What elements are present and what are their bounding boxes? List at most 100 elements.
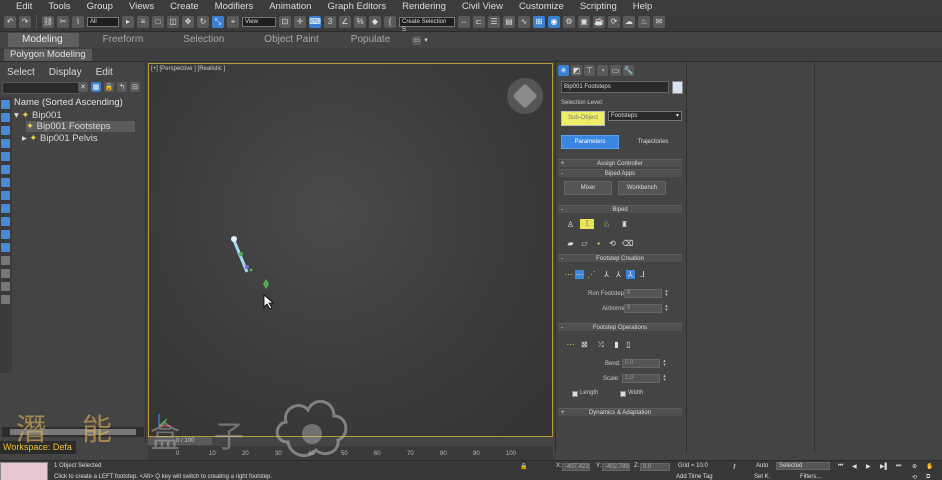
bind-spacewarp-icon[interactable]: ⌇ (72, 15, 84, 28)
key-filters-button[interactable]: Filters... (800, 474, 821, 480)
filter-icon[interactable]: ▦ (91, 82, 101, 92)
rotate-icon[interactable]: ↻ (197, 15, 209, 28)
snap-3d-icon[interactable]: 3 (324, 15, 336, 28)
display-geometry-icon[interactable] (1, 100, 10, 109)
motion-tab-icon[interactable]: ◔ (597, 65, 608, 76)
zoom-icon[interactable]: ⊕ (912, 463, 917, 470)
create-multiple-footsteps-icon[interactable]: ⋰ (587, 270, 596, 279)
x-coordinate-field[interactable]: -407.423 (562, 463, 590, 471)
jump-alt-icon[interactable]: ⅃ (638, 270, 647, 279)
auto-key-button[interactable]: Auto (756, 463, 768, 469)
footstep-creation-rollout[interactable]: - Footstep Creation (558, 254, 682, 262)
selection-filter-dropdown[interactable]: All (87, 16, 119, 27)
biped-rollout[interactable]: - Biped (558, 205, 682, 213)
unlink-icon[interactable]: ✂ (57, 15, 69, 28)
align-icon[interactable]: ⊏ (473, 15, 485, 28)
airborne-spinner[interactable]: 8 (624, 304, 662, 313)
key-filter-dropdown[interactable]: Selected (776, 462, 830, 470)
pan-icon[interactable]: ✋ (926, 463, 933, 470)
convert-icon[interactable]: ⟲ (608, 239, 617, 248)
render-iterative-icon[interactable]: ⟳ (608, 15, 620, 28)
menu-scripting[interactable]: Scripting (572, 1, 625, 12)
figure-mode-icon[interactable]: ♙ (566, 220, 575, 229)
footstep-operations-rollout[interactable]: - Footstep Operations (558, 323, 682, 331)
sync-icon[interactable]: ↰ (117, 82, 127, 92)
z-coordinate-field[interactable]: 0.0 (640, 463, 670, 471)
hierarchy-tab-icon[interactable]: ⊤ (584, 65, 595, 76)
move-icon[interactable]: ✥ (182, 15, 194, 28)
sub-object-level-dropdown[interactable]: Footsteps ▾ (608, 111, 682, 121)
spinner-arrows-icon[interactable]: ▴ ▾ (664, 304, 669, 313)
menu-modifiers[interactable]: Modifiers (207, 1, 262, 12)
mixer-mode-icon[interactable]: ♜ (620, 220, 629, 229)
explorer-column-header[interactable]: Name (Sorted Ascending) (14, 97, 123, 108)
display-shapes-icon[interactable] (1, 113, 10, 122)
lock-icon[interactable]: 🔒 (104, 82, 114, 92)
display-helpers-icon[interactable] (1, 152, 10, 161)
y-coordinate-field[interactable]: -402.789 (602, 463, 630, 471)
menu-rendering[interactable]: Rendering (394, 1, 454, 12)
bend-icon[interactable]: ⤨ (596, 340, 605, 349)
render-production-icon[interactable]: ☕ (593, 15, 605, 28)
lock-selection-icon[interactable]: 🔒 (520, 463, 527, 470)
mixer-button[interactable]: Mixer (564, 181, 612, 195)
tab-object-paint[interactable]: Object Paint (250, 33, 334, 47)
add-time-tag-button[interactable]: Add Time Tag (676, 474, 713, 480)
select-object-icon[interactable]: ▸ (122, 15, 134, 28)
length-checkbox[interactable] (572, 391, 578, 397)
next-frame-icon[interactable]: ▶▌ (880, 463, 889, 470)
dynamics-adaptation-rollout[interactable]: + Dynamics & Adaptation (558, 408, 682, 416)
display-xrefs-icon[interactable] (1, 191, 10, 200)
spinner-arrows-icon[interactable]: ▴ ▾ (662, 374, 667, 383)
tab-selection[interactable]: Selection (169, 33, 240, 47)
explorer-options-icon[interactable] (1, 295, 10, 304)
curve-editor-icon[interactable]: ∿ (518, 15, 530, 28)
menu-create[interactable]: Create (162, 1, 207, 12)
edit-named-selection-icon[interactable]: { (384, 15, 396, 28)
render-setup-icon[interactable]: ⚙ (563, 15, 575, 28)
explorer-menu-edit[interactable]: Edit (96, 67, 113, 78)
create-tab-icon[interactable]: ✳ (558, 65, 569, 76)
display-groups-icon[interactable] (1, 178, 10, 187)
percent-snap-icon[interactable]: % (354, 15, 366, 28)
select-manipulate-icon[interactable]: ✛ (294, 15, 306, 28)
window-crossing-icon[interactable]: ◫ (167, 15, 179, 28)
object-color-swatch[interactable] (672, 81, 683, 94)
load-motion-capture-icon[interactable]: ▪ (594, 239, 603, 248)
tree-item-bip001[interactable]: ▾ ✦ Bip001 (14, 110, 62, 121)
menu-help[interactable]: Help (625, 1, 661, 12)
display-hidden-icon[interactable] (1, 243, 10, 252)
run-footstep-spinner[interactable]: 8 (624, 289, 662, 298)
paste-footsteps-icon[interactable]: ▯ (624, 340, 633, 349)
object-name-field[interactable]: Bip001 Footsteps (561, 81, 669, 93)
menu-edit[interactable]: Edit (8, 1, 40, 12)
viewcube-icon[interactable] (507, 78, 543, 114)
display-bones-icon[interactable] (1, 204, 10, 213)
viewport-label[interactable]: [+] [Perspective ] [Realistic ] (151, 66, 225, 72)
explorer-menu-display[interactable]: Display (49, 67, 82, 78)
deactivate-footsteps-icon[interactable]: ⊠ (580, 340, 589, 349)
scale-spinner[interactable]: 1.0 (622, 374, 660, 383)
material-editor-icon[interactable]: ◉ (548, 15, 560, 28)
tab-parameters[interactable]: Parameters (561, 135, 619, 149)
play-icon[interactable]: ▶ (866, 463, 871, 470)
display-frozen-icon[interactable] (1, 230, 10, 239)
mirror-icon[interactable]: ⇔ (458, 15, 470, 28)
display-all-icon[interactable] (1, 256, 10, 265)
walk-icon[interactable]: ⅄ (602, 270, 611, 279)
goto-end-icon[interactable]: ⏭ (896, 463, 901, 470)
spinner-snap-icon[interactable]: ◆ (369, 15, 381, 28)
width-checkbox[interactable] (620, 391, 626, 397)
jump-icon[interactable]: ⅄ (626, 270, 635, 279)
footstep-mode-icon[interactable]: ⁞ (580, 219, 594, 229)
display-lights-icon[interactable] (1, 126, 10, 135)
ribbon-options-icon[interactable]: ▾ (424, 36, 428, 44)
ribbon-minimize-icon[interactable]: ▭ (412, 35, 422, 45)
menu-tools[interactable]: Tools (40, 1, 78, 12)
bend-spinner[interactable]: 0.0 (622, 359, 660, 368)
key-icon[interactable]: ⚷ (732, 463, 736, 470)
menu-animation[interactable]: Animation (261, 1, 319, 12)
tab-modeling[interactable]: Modeling (8, 33, 79, 47)
save-file-icon[interactable]: ▱ (580, 239, 589, 248)
biped-apps-rollout[interactable]: - Biped Apps (558, 169, 682, 177)
